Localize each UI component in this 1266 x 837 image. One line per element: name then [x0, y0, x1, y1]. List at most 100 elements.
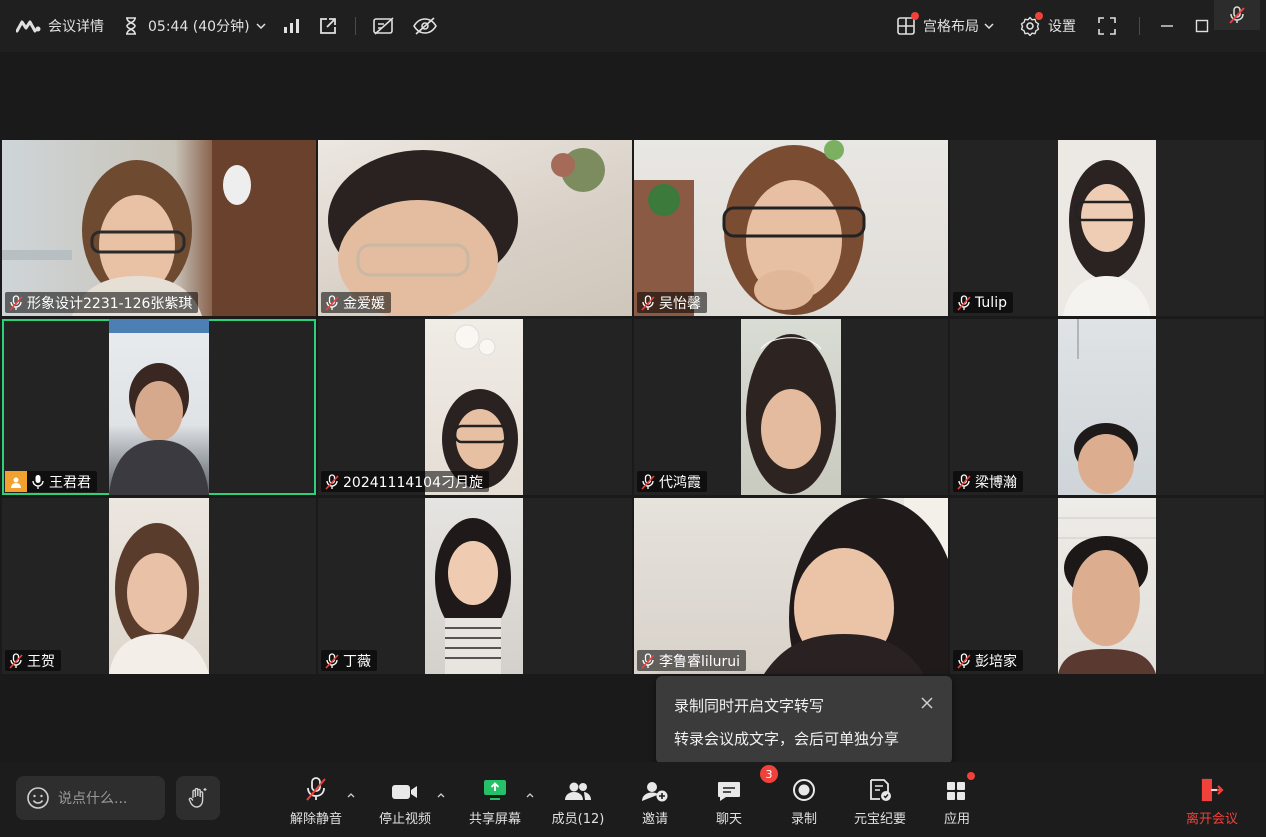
- close-icon[interactable]: [920, 696, 934, 710]
- hide-eye-icon[interactable]: [412, 0, 438, 52]
- meeting-details-button[interactable]: 会议详情: [16, 0, 104, 52]
- participant-name: 丁薇: [343, 653, 371, 670]
- video-tile[interactable]: 彭培家: [950, 498, 1264, 674]
- invite-button[interactable]: 邀请: [617, 776, 693, 827]
- participant-name: Tulip: [975, 294, 1007, 311]
- share-screen-icon: [482, 776, 508, 802]
- participant-name: 吴怡馨: [659, 295, 701, 312]
- meeting-timer[interactable]: 05:44 (40分钟): [124, 0, 266, 52]
- participant-video: [1058, 498, 1156, 674]
- participant-name-tag: 丁薇: [321, 650, 377, 671]
- record-button[interactable]: 录制: [766, 776, 842, 827]
- tencent-meeting-logo-icon: [16, 19, 42, 33]
- participant-name-tag: 代鸿霞: [637, 471, 707, 492]
- invite-label: 邀请: [641, 812, 668, 827]
- stop-video-button[interactable]: 停止视频: [367, 776, 443, 827]
- participant-video: [318, 140, 632, 316]
- participant-name-tag: 王贺: [5, 650, 61, 671]
- participant-video: [1058, 319, 1156, 495]
- maximize-icon[interactable]: [1195, 0, 1209, 52]
- network-signal-icon[interactable]: [282, 0, 300, 52]
- video-tile[interactable]: 20241114104刁月旋: [318, 319, 632, 495]
- participant-video: [634, 140, 948, 316]
- tooltip-title: 录制同时开启文字转写: [674, 697, 825, 715]
- chevron-up-icon[interactable]: [526, 792, 534, 798]
- members-icon: [564, 776, 592, 802]
- participant-name-tag: 李鲁睿lilurui: [637, 650, 747, 671]
- exit-door-icon: [1199, 776, 1225, 802]
- video-tile[interactable]: 丁薇: [318, 498, 632, 674]
- participant-name: 王君君: [49, 474, 91, 491]
- video-tile[interactable]: 李鲁睿lilurui: [634, 498, 948, 674]
- record-icon: [791, 776, 817, 802]
- participant-name: 王贺: [27, 653, 55, 670]
- tooltip-description: 转录会议成文字，会后可单独分享: [674, 730, 900, 748]
- ai-minutes-button[interactable]: 元宝纪要: [842, 776, 918, 827]
- share-screen-button[interactable]: 共享屏幕: [457, 776, 533, 827]
- participant-name: 20241114104刁月旋: [343, 474, 483, 491]
- participant-video: [2, 140, 316, 316]
- participant-video: [109, 498, 209, 674]
- chat-bubble-icon: 3: [716, 765, 778, 802]
- recording-transcription-tooltip: 录制同时开启文字转写 转录会议成文字，会后可单独分享: [656, 676, 952, 771]
- chat-button[interactable]: 3 聊天: [691, 765, 778, 827]
- minimize-icon[interactable]: [1160, 0, 1174, 52]
- video-tile[interactable]: 梁博瀚: [950, 319, 1264, 495]
- fullscreen-icon[interactable]: [1098, 0, 1116, 52]
- mic-on-icon: [31, 474, 45, 490]
- mic-muted-icon: [325, 473, 339, 490]
- chevron-down-icon: [256, 23, 266, 29]
- participant-video: [109, 319, 209, 495]
- mic-muted-icon: [957, 473, 971, 490]
- participant-video: [634, 498, 948, 674]
- smiley-icon[interactable]: [26, 786, 50, 810]
- ai-minutes-icon: [867, 776, 893, 802]
- participant-name-tag: 彭培家: [953, 650, 1023, 671]
- participant-name-tag: 梁博瀚: [953, 471, 1023, 492]
- divider: [355, 17, 356, 35]
- participant-video: [425, 498, 523, 674]
- ai-minutes-label: 元宝纪要: [853, 812, 906, 827]
- notification-dot: [911, 12, 919, 20]
- timer-text: 05:44 (40分钟): [148, 19, 250, 35]
- unmute-button[interactable]: 解除静音: [278, 776, 354, 827]
- video-tile[interactable]: 金爱媛: [318, 140, 632, 316]
- video-tile[interactable]: 代鸿霞: [634, 319, 948, 495]
- apps-grid-icon: [945, 772, 975, 802]
- mic-muted-icon: [641, 294, 655, 311]
- mic-muted-icon: [325, 652, 339, 669]
- settings-button[interactable]: 设置: [1020, 0, 1076, 52]
- chat-quick-input[interactable]: 说点什么...: [16, 776, 165, 820]
- participant-name: 形象设计2231-126张紫琪: [27, 295, 193, 312]
- bottom-toolbar: 说点什么... 解除静音 停止视频 共享屏幕 成员(12) 邀请 3 聊天 录制…: [0, 762, 1266, 837]
- apps-label: 应用: [943, 812, 970, 827]
- mic-muted-icon: [9, 652, 23, 669]
- video-tile[interactable]: 形象设计2231-126张紫琪: [2, 140, 316, 316]
- chevron-up-icon[interactable]: [437, 792, 445, 798]
- leave-meeting-button[interactable]: 离开会议: [1174, 776, 1250, 827]
- notification-dot: [1035, 12, 1043, 20]
- video-tile[interactable]: Tulip: [950, 140, 1264, 316]
- caption-off-icon[interactable]: [372, 0, 396, 52]
- grid-layout-icon: [896, 12, 919, 36]
- chevron-down-icon: [984, 23, 994, 29]
- raise-hand-button[interactable]: [176, 776, 220, 820]
- apps-button[interactable]: 应用: [919, 772, 995, 827]
- pop-out-icon[interactable]: [318, 0, 338, 52]
- mic-muted-icon: [957, 294, 971, 311]
- settings-label: 设置: [1048, 19, 1076, 35]
- chat-placeholder: 说点什么...: [58, 791, 128, 807]
- video-tile[interactable]: 王贺: [2, 498, 316, 674]
- mic-muted-icon[interactable]: [1214, 0, 1260, 30]
- members-button[interactable]: 成员(12): [540, 776, 616, 827]
- participant-video: [1058, 140, 1156, 316]
- chat-label: 聊天: [715, 812, 742, 827]
- participant-name-tag: 形象设计2231-126张紫琪: [5, 292, 199, 313]
- video-tile-active-speaker[interactable]: 王君君: [2, 319, 316, 495]
- layout-button[interactable]: 宫格布局: [896, 0, 994, 52]
- mic-muted-icon: [641, 652, 655, 669]
- chevron-up-icon[interactable]: [347, 792, 355, 798]
- mic-muted-icon: [641, 473, 655, 490]
- participant-name: 梁博瀚: [975, 474, 1017, 491]
- video-tile[interactable]: 吴怡馨: [634, 140, 948, 316]
